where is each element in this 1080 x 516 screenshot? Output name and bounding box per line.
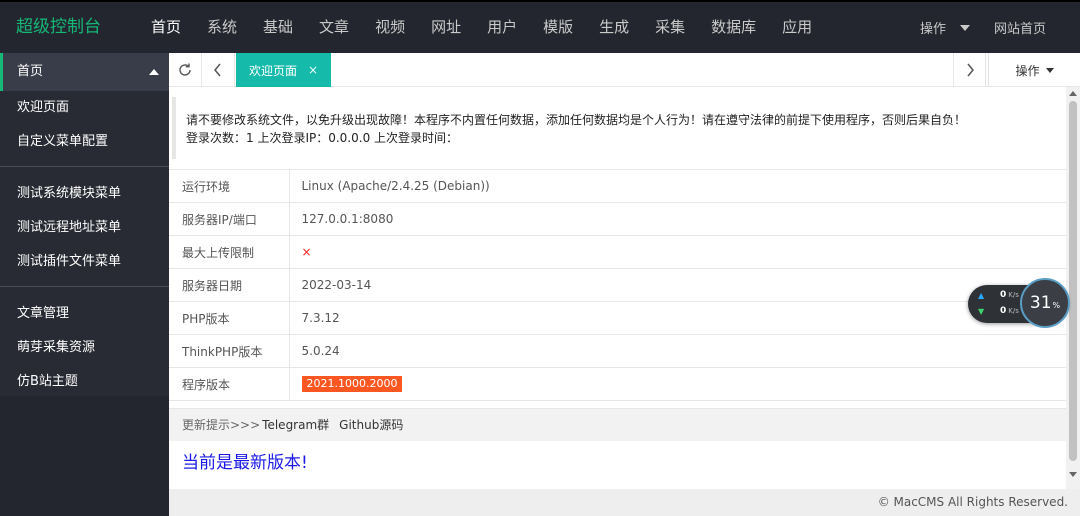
notice-line: 请不要修改系统文件，以免升级出现故障！本程序不内置任何数据，添加任何数据均是个人… (186, 113, 967, 127)
github-link[interactable]: Github源码 (339, 418, 403, 432)
nav-system[interactable]: 系统 (194, 2, 250, 53)
info-key: PHP版本 (169, 301, 290, 335)
info-value: 127.0.0.1:8080 (289, 202, 1066, 236)
download-speed: ▼ 0 K/s (978, 306, 1019, 316)
download-value: 0 (1000, 306, 1007, 316)
close-icon[interactable]: × (308, 63, 318, 77)
sidebar-item-test-system-module[interactable]: 测试系统模块菜单 (0, 177, 169, 211)
nav-home[interactable]: 首页 (138, 2, 194, 53)
usage-percent: 31 (1029, 293, 1052, 313)
login-info-line: 登录次数：1 上次登录IP：0.0.0.0 上次登录时间： (186, 131, 459, 145)
sidebar-divider (0, 286, 169, 287)
latest-version-text: 当前是最新版本! (182, 453, 308, 473)
info-value: 7.3.12 (289, 301, 1066, 335)
tab-bar: 欢迎页面 × 操作 (169, 53, 1080, 87)
table-row: 服务器日期 2022-03-14 (169, 268, 1066, 302)
top-header: 超级控制台 首页 系统 基础 文章 视频 网址 用户 模版 生成 采集 数据库 … (0, 0, 1080, 53)
network-speed-widget[interactable]: ▲ 0 K/s ▼ 0 K/s 31% (968, 278, 1070, 328)
caret-down-icon (959, 24, 970, 31)
info-key: 服务器日期 (169, 268, 290, 302)
info-value: 2022-03-14 (289, 268, 1066, 302)
top-right-actions: 操作 网站首页 (906, 2, 1080, 53)
percent-sign: % (1052, 301, 1061, 310)
download-unit: K/s (1008, 307, 1019, 315)
server-info-table: 运行环境 Linux (Apache/2.4.25 (Debian)) 服务器I… (169, 169, 1066, 401)
sidebar-item-test-plugin-file[interactable]: 测试插件文件菜单 (0, 245, 169, 279)
logo[interactable]: 超级控制台 (16, 2, 101, 53)
sidebar-group-label: 首页 (17, 64, 44, 79)
info-value-cell: × (289, 235, 1066, 269)
memory-usage-circle[interactable]: 31% (1020, 278, 1070, 328)
nav-collect[interactable]: 采集 (642, 2, 698, 53)
table-row: ThinkPHP版本 5.0.24 (169, 334, 1066, 368)
sidebar-group-home[interactable]: 首页 (0, 53, 169, 91)
info-value-cell: 2021.1000.2000 (289, 367, 1066, 401)
nav-website[interactable]: 网址 (418, 2, 474, 53)
operate-dropdown[interactable]: 操作 (906, 18, 984, 37)
operate-label: 操作 (919, 22, 946, 37)
caret-down-icon (1045, 67, 1054, 73)
main-content: 请不要修改系统文件，以免升级出现故障！本程序不内置任何数据，添加任何数据均是个人… (169, 87, 1066, 489)
table-row: PHP版本 7.3.12 (169, 301, 1066, 335)
nav-article[interactable]: 文章 (306, 2, 362, 53)
sidebar-item-mengya-collect[interactable]: 萌芽采集资源 (0, 331, 169, 365)
info-key: ThinkPHP版本 (169, 334, 290, 368)
telegram-link[interactable]: Telegram群 (262, 418, 329, 432)
cross-icon: × (301, 245, 312, 259)
site-home-link[interactable]: 网站首页 (984, 18, 1080, 37)
tab-operate-dropdown[interactable]: 操作 (988, 53, 1080, 87)
upload-value: 0 (1000, 290, 1007, 300)
footer: © MacCMS All Rights Reserved. (169, 489, 1080, 516)
chevron-right-icon (966, 63, 974, 77)
nav-video[interactable]: 视频 (362, 2, 418, 53)
info-value: Linux (Apache/2.4.25 (Debian)) (289, 169, 1066, 203)
table-row: 程序版本 2021.1000.2000 (169, 367, 1066, 401)
sidebar-divider (0, 166, 169, 167)
notice-box: 请不要修改系统文件，以免升级出现故障！本程序不内置任何数据，添加任何数据均是个人… (172, 97, 1065, 159)
sidebar-item-test-remote-url[interactable]: 测试远程地址菜单 (0, 211, 169, 245)
table-row: 运行环境 Linux (Apache/2.4.25 (Debian)) (169, 169, 1066, 203)
refresh-icon (179, 63, 191, 76)
sidebar-item-bilibili-theme[interactable]: 仿B站主题 (0, 365, 169, 399)
nav-user[interactable]: 用户 (474, 2, 530, 53)
tab-prev-button[interactable] (202, 53, 235, 87)
info-value: 5.0.24 (289, 334, 1066, 368)
info-key: 最大上传限制 (169, 235, 290, 269)
caret-up-icon (149, 69, 159, 75)
info-key: 运行环境 (169, 169, 290, 203)
upload-speed: ▲ 0 K/s (978, 290, 1019, 300)
nav-template[interactable]: 模版 (530, 2, 586, 53)
scroll-thumb[interactable] (1069, 101, 1077, 461)
scroll-up-icon[interactable] (1069, 91, 1077, 96)
upload-unit: K/s (1008, 291, 1019, 299)
info-key: 程序版本 (169, 367, 290, 401)
nav-database[interactable]: 数据库 (698, 2, 769, 53)
info-key: 服务器IP/端口 (169, 202, 290, 236)
arrow-up-icon: ▲ (978, 290, 985, 300)
tab-operate-label: 操作 (1015, 63, 1040, 78)
scroll-down-icon[interactable] (1069, 472, 1077, 477)
sidebar-item-article-manage[interactable]: 文章管理 (0, 297, 169, 331)
update-tip-bar: 更新提示>>> Telegram群 Github源码 (169, 408, 1066, 441)
sidebar: 首页 欢迎页面 自定义菜单配置 测试系统模块菜单 测试远程地址菜单 测试插件文件… (0, 53, 169, 516)
nav-basic[interactable]: 基础 (250, 2, 306, 53)
update-prefix: 更新提示>>> (182, 418, 261, 432)
tab-next-button[interactable] (953, 53, 986, 87)
nav-generate[interactable]: 生成 (586, 2, 642, 53)
sidebar-empty-area (0, 396, 169, 516)
sidebar-item-welcome[interactable]: 欢迎页面 (0, 91, 169, 125)
table-row: 服务器IP/端口 127.0.0.1:8080 (169, 202, 1066, 236)
sidebar-item-custom-menu[interactable]: 自定义菜单配置 (0, 125, 169, 159)
refresh-button[interactable] (169, 53, 202, 87)
chevron-left-icon (214, 63, 221, 77)
vertical-scrollbar[interactable] (1066, 87, 1080, 489)
version-badge: 2021.1000.2000 (301, 376, 403, 392)
tab-label: 欢迎页面 (249, 63, 298, 78)
tab-welcome[interactable]: 欢迎页面 × (236, 53, 331, 87)
nav-apps[interactable]: 应用 (769, 2, 825, 53)
table-row: 最大上传限制 × (169, 235, 1066, 269)
top-nav: 首页 系统 基础 文章 视频 网址 用户 模版 生成 采集 数据库 应用 (138, 2, 825, 53)
arrow-down-icon: ▼ (978, 306, 985, 316)
